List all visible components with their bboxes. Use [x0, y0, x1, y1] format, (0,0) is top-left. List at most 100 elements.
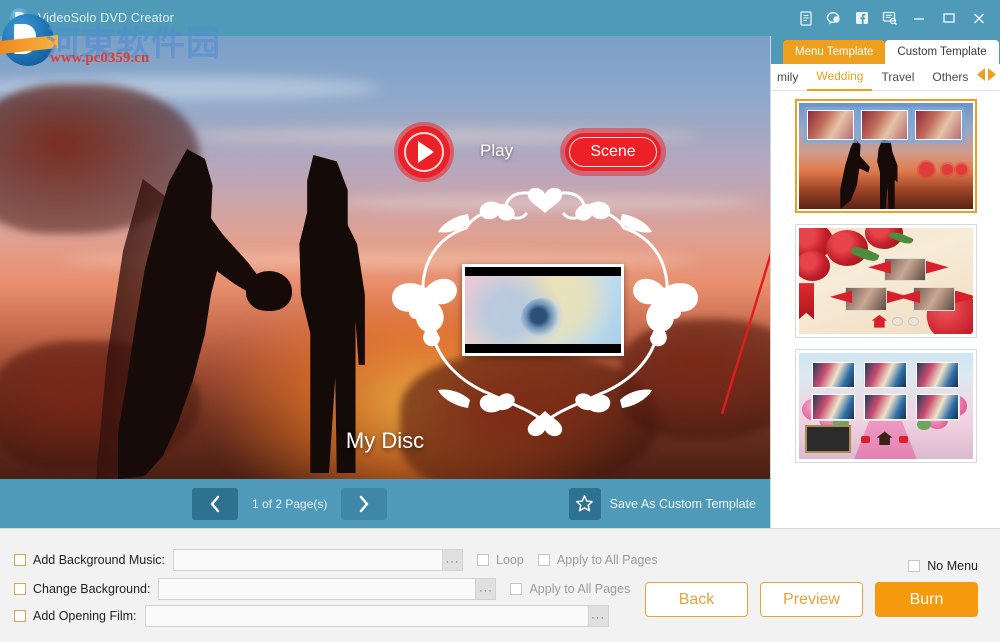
page-indicator: 1 of 2 Page(s): [252, 497, 327, 511]
apply-all-pages-music-label: Apply to All Pages: [557, 553, 658, 567]
category-scroll-arrows: [977, 68, 999, 86]
category-travel[interactable]: Travel: [872, 64, 923, 90]
add-background-music-checkbox[interactable]: [14, 554, 26, 566]
category-others[interactable]: Others: [923, 64, 977, 90]
template-item-outdoor-ceremony[interactable]: [795, 349, 977, 463]
menu-dot: [908, 317, 918, 325]
menu-dot: [956, 164, 967, 175]
home-icon: [872, 315, 888, 328]
photo-frame: [863, 393, 908, 421]
tab-menu-template[interactable]: Menu Template: [783, 40, 885, 64]
wing-graphic: [898, 291, 921, 304]
apply-all-pages-music-checkbox[interactable]: [538, 554, 550, 566]
save-as-custom-template-label: Save As Custom Template: [610, 497, 756, 511]
chevron-right-icon[interactable]: [987, 68, 996, 86]
loop-checkbox[interactable]: [477, 554, 489, 566]
apply-all-pages-background-label: Apply to All Pages: [529, 582, 630, 596]
save-as-custom-template-button[interactable]: Save As Custom Template: [569, 488, 756, 520]
add-opening-film-checkbox[interactable]: [14, 610, 26, 622]
photo-frame: [807, 110, 854, 140]
menu-dot: [892, 317, 902, 325]
change-background-input[interactable]: [159, 579, 475, 599]
change-background-field[interactable]: ···: [158, 578, 496, 600]
wing-graphic: [868, 261, 891, 274]
wing-graphic: [926, 261, 949, 274]
wedding-rings-graphic: [521, 298, 565, 338]
register-icon[interactable]: [792, 0, 820, 36]
play-button[interactable]: [398, 126, 450, 178]
action-buttons: Back Preview Burn: [645, 582, 978, 617]
facebook-icon[interactable]: [848, 0, 876, 36]
category-family[interactable]: mily: [775, 64, 807, 90]
minimize-button[interactable]: [904, 0, 934, 36]
maximize-button[interactable]: [934, 0, 964, 36]
photo-frame: [915, 361, 960, 389]
rose-graphic: [799, 251, 830, 281]
menu-dot: [942, 164, 953, 175]
menu-dot: [919, 162, 935, 177]
tab-custom-template[interactable]: Custom Template: [885, 40, 998, 64]
background-music-input[interactable]: [174, 550, 442, 570]
previous-page-button[interactable]: [192, 488, 238, 520]
chevron-left-icon[interactable]: [977, 68, 986, 86]
menu-preview-stage[interactable]: Play Scene: [0, 36, 770, 479]
change-background-checkbox[interactable]: [14, 583, 26, 595]
chalkboard-sign: [805, 425, 850, 453]
template-thumbnail-image: [799, 228, 973, 334]
template-panel: Menu Template Custom Template mily Weddi…: [770, 36, 1000, 528]
category-wedding[interactable]: Wedding: [807, 63, 872, 91]
close-button[interactable]: [964, 0, 994, 36]
template-item-wedding-sunset[interactable]: [795, 99, 977, 213]
photo-frame: [915, 393, 960, 421]
background-music-browse-button[interactable]: ···: [442, 550, 462, 570]
play-icon: [398, 126, 450, 178]
opening-film-browse-button[interactable]: ···: [588, 606, 608, 626]
feedback-icon[interactable]: [876, 0, 904, 36]
no-menu-label: No Menu: [927, 559, 978, 573]
change-background-browse-button[interactable]: ···: [475, 579, 495, 599]
change-background-label: Change Background:: [33, 582, 150, 596]
loop-label: Loop: [496, 553, 524, 567]
template-item-red-roses[interactable]: [795, 224, 977, 338]
menu-dot: [899, 436, 908, 443]
template-thumbnail-image: [799, 353, 973, 459]
wing-graphic: [830, 291, 853, 304]
background-music-field[interactable]: ···: [173, 549, 463, 571]
couple-silhouette: [840, 139, 899, 209]
title-bar: VideoSolo DVD Creator: [0, 0, 1000, 36]
add-background-music-label: Add Background Music:: [33, 553, 165, 567]
no-menu-option[interactable]: No Menu: [908, 559, 978, 573]
apply-all-pages-music-option[interactable]: Apply to All Pages: [538, 553, 658, 567]
scene-button[interactable]: Scene: [565, 133, 661, 171]
apply-all-pages-background-checkbox[interactable]: [510, 583, 522, 595]
next-page-button[interactable]: [341, 488, 387, 520]
photo-frame: [861, 110, 908, 140]
loop-option[interactable]: Loop: [477, 553, 524, 567]
apply-all-pages-background-option[interactable]: Apply to All Pages: [510, 582, 630, 596]
disc-title[interactable]: My Disc: [0, 428, 770, 454]
app-logo-icon: [10, 8, 30, 28]
video-thumbnail[interactable]: [462, 264, 624, 356]
back-button[interactable]: Back: [645, 582, 748, 617]
template-list[interactable]: [771, 91, 1000, 528]
photo-frame: [811, 361, 856, 389]
bottom-options-panel: Add Background Music: ··· Loop Apply to …: [0, 528, 1000, 642]
application-window: VideoSolo DVD Creator: [0, 0, 1000, 642]
no-menu-checkbox[interactable]: [908, 560, 920, 572]
play-label: Play: [480, 141, 513, 161]
photo-frame: [811, 393, 856, 421]
photo-frame: [915, 110, 962, 140]
support-chat-icon[interactable]: [820, 0, 848, 36]
opening-film-field[interactable]: ···: [145, 605, 609, 627]
background-music-row: Add Background Music: ··· Loop Apply to …: [14, 549, 658, 571]
scene-label: Scene: [590, 143, 635, 161]
page-navigation-bar: 1 of 2 Page(s) Save As Custom Template: [0, 479, 770, 528]
template-categories: mily Wedding Travel Others: [771, 64, 1000, 91]
bouquet-silhouette: [246, 271, 292, 311]
opening-film-row: Add Opening Film: ···: [14, 605, 609, 627]
opening-film-input[interactable]: [146, 606, 588, 626]
burn-button[interactable]: Burn: [875, 582, 978, 617]
preview-button[interactable]: Preview: [760, 582, 863, 617]
template-tabs: Menu Template Custom Template: [771, 36, 1000, 64]
photo-frame: [863, 361, 908, 389]
